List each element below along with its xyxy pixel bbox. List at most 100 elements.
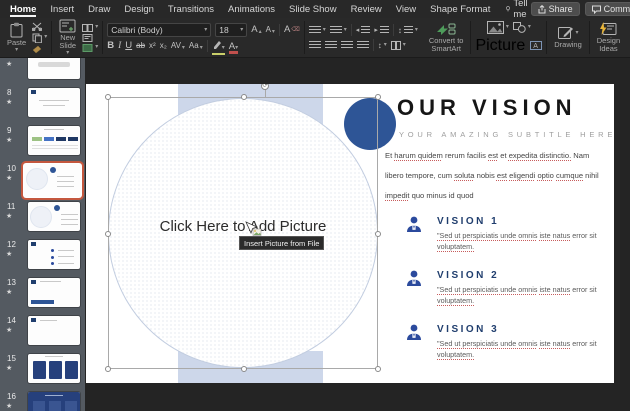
picture-placeholder-text[interactable]: Click Here to Add Picture xyxy=(138,218,348,235)
align-right-button[interactable] xyxy=(340,40,353,50)
bold-button[interactable]: B xyxy=(107,41,114,51)
numbering-button[interactable]: ▾ xyxy=(329,25,347,35)
selection-handle[interactable] xyxy=(105,366,111,372)
selection-handle[interactable] xyxy=(105,231,111,237)
new-slide-chevron-icon: ▾ xyxy=(66,50,70,56)
slide-thumbnail-8[interactable]: 8 ★ xyxy=(0,88,85,124)
italic-button[interactable]: I xyxy=(118,41,121,51)
new-slide-button[interactable]: New Slide ▾ xyxy=(56,18,79,57)
menu-item-transitions[interactable]: Transitions xyxy=(168,0,214,18)
selection-handle[interactable] xyxy=(241,94,247,100)
line-spacing-button[interactable]: ↕ ▾ xyxy=(398,25,418,35)
copy-icon xyxy=(32,33,43,43)
shrink-font-button[interactable]: A ▾ xyxy=(266,25,275,35)
selection-handle[interactable] xyxy=(375,366,381,372)
strikethrough-button[interactable]: ab xyxy=(136,41,145,51)
menu-item-insert[interactable]: Insert xyxy=(50,0,74,18)
slide-thumbnail-9[interactable]: 9 ★ xyxy=(0,126,85,162)
format-painter-button[interactable] xyxy=(32,45,47,54)
font-color-button[interactable]: A▾ xyxy=(228,41,239,54)
align-center-button[interactable] xyxy=(324,40,337,50)
slide-thumbnail-16[interactable]: 16 ★ xyxy=(0,392,85,411)
superscript-button[interactable]: x² xyxy=(149,41,156,51)
menu-item-animations[interactable]: Animations xyxy=(228,0,275,18)
font-name-chevron-icon: ▾ xyxy=(204,26,208,33)
bullets-button[interactable]: ▾ xyxy=(308,25,326,35)
grow-font-button[interactable]: A ▴ xyxy=(251,25,261,36)
svg-text:A: A xyxy=(533,43,538,50)
design-ideas-button[interactable]: Design Ideas xyxy=(594,21,623,54)
insert-picture-button[interactable]: ▾ xyxy=(486,20,509,34)
menu-item-shape-format[interactable]: Shape Format xyxy=(430,0,490,18)
comments-label: Comments xyxy=(603,4,630,14)
font-group: Calibri (Body) ▾ 18 ▾ A▴ A▾ A⌫ B I U xyxy=(103,18,304,57)
text-direction-button[interactable]: ↕ ▾ xyxy=(378,41,387,50)
slide-body-text[interactable]: Et harum quidem rerum facilis est et exp… xyxy=(385,146,599,206)
menu-item-view[interactable]: View xyxy=(396,0,416,18)
text-box-icon[interactable]: A xyxy=(530,41,543,50)
menu-item-draw[interactable]: Draw xyxy=(88,0,110,18)
format-painter-icon xyxy=(32,45,42,53)
columns-button[interactable]: ▾ xyxy=(390,40,406,50)
character-spacing-button[interactable]: AV ▾ xyxy=(171,41,185,51)
change-case-button[interactable]: Aa ▾ xyxy=(189,41,203,51)
slide-thumbnail-10[interactable]: 10 ★ xyxy=(0,164,85,200)
selection-handle[interactable] xyxy=(241,366,247,372)
slide-thumbnail-13[interactable]: 13 ★ xyxy=(0,278,85,314)
menu-item-design[interactable]: Design xyxy=(124,0,154,18)
animation-star-icon: ★ xyxy=(6,137,13,144)
slide-number: 14 xyxy=(7,316,16,325)
menu-item-slide-show[interactable]: Slide Show xyxy=(289,0,337,18)
reset-button[interactable] xyxy=(82,33,98,42)
animation-star-icon: ★ xyxy=(6,403,13,410)
section-button[interactable]: ▾ xyxy=(82,43,98,52)
cut-button[interactable] xyxy=(32,22,47,31)
picture-icon xyxy=(486,20,504,34)
menu-item-review[interactable]: Review xyxy=(351,0,382,18)
slide-title[interactable]: OUR VISION xyxy=(397,95,577,121)
tell-me-button[interactable]: Tell me xyxy=(506,0,530,20)
slide-thumbnail-11[interactable]: 11 ★ xyxy=(0,202,85,238)
align-justify-button[interactable] xyxy=(356,40,369,50)
subscript-button[interactable]: x₂ xyxy=(160,41,167,51)
increase-indent-button[interactable]: ▸ xyxy=(374,25,389,35)
underline-button[interactable]: U xyxy=(125,41,132,51)
font-size-select[interactable]: 18 ▾ xyxy=(215,23,248,37)
slide-thumbnail-12[interactable]: 12 ★ xyxy=(0,240,85,276)
slide-thumbnail-image xyxy=(28,88,80,117)
layout-button[interactable]: ▾ xyxy=(82,23,99,32)
slide-thumbnail-14[interactable]: 14 ★ xyxy=(0,316,85,352)
drawing-button[interactable]: ▾ Drawing xyxy=(551,25,585,50)
slide-subtitle[interactable]: YOUR AMAZING SUBTITLE HERE xyxy=(399,130,614,139)
paste-icon xyxy=(10,22,23,38)
share-button[interactable]: Share xyxy=(530,2,580,16)
copy-button[interactable]: ▾ xyxy=(32,33,47,43)
highlight-color-button[interactable]: ▾ xyxy=(211,40,225,55)
slide-thumbnail-7[interactable]: 7★ xyxy=(0,58,85,86)
slide-thumbnail-panel: 7★8★9★10★11★12★13★14★15★16★ xyxy=(0,58,85,411)
body-line: libero tempore, cum soluta nobis est eli… xyxy=(385,171,599,180)
align-left-button[interactable] xyxy=(308,40,321,50)
slide-thumbnail-15[interactable]: 15 ★ xyxy=(0,354,85,390)
layout-chevron-icon: ▾ xyxy=(95,24,99,30)
selection-handle[interactable] xyxy=(375,94,381,100)
insert-shapes-button[interactable]: ▾ xyxy=(512,21,531,33)
vision-text: "Sed ut perspiciatis unde omnis iste nat… xyxy=(437,339,597,359)
menu-item-home[interactable]: Home xyxy=(10,0,37,18)
slide-editor[interactable]: ⟳ Click Here to Add Picture Insert Pictu… xyxy=(86,84,614,383)
convert-to-smartart-button[interactable]: Convert to SmartArt xyxy=(426,21,467,54)
cut-icon xyxy=(32,22,43,31)
font-name-select[interactable]: Calibri (Body) ▾ xyxy=(107,23,212,37)
columns-icon xyxy=(390,40,401,50)
powerpoint-window: Home Insert Draw Design Transitions Animation… xyxy=(0,0,630,411)
paste-button[interactable]: Paste ▾ xyxy=(4,21,29,54)
comments-button[interactable]: Comments xyxy=(584,2,630,16)
picture-group: ▾ ▾ Picture A xyxy=(471,18,546,57)
decrease-indent-button[interactable]: ◂ xyxy=(356,25,371,35)
clear-formatting-button[interactable]: A ⌫ xyxy=(284,25,300,35)
new-slide-label: New Slide xyxy=(59,33,77,50)
animation-star-icon: ★ xyxy=(6,61,13,68)
selection-handle[interactable] xyxy=(105,94,111,100)
slide-thumbnail-image xyxy=(28,126,80,155)
selection-handle[interactable] xyxy=(375,231,381,237)
